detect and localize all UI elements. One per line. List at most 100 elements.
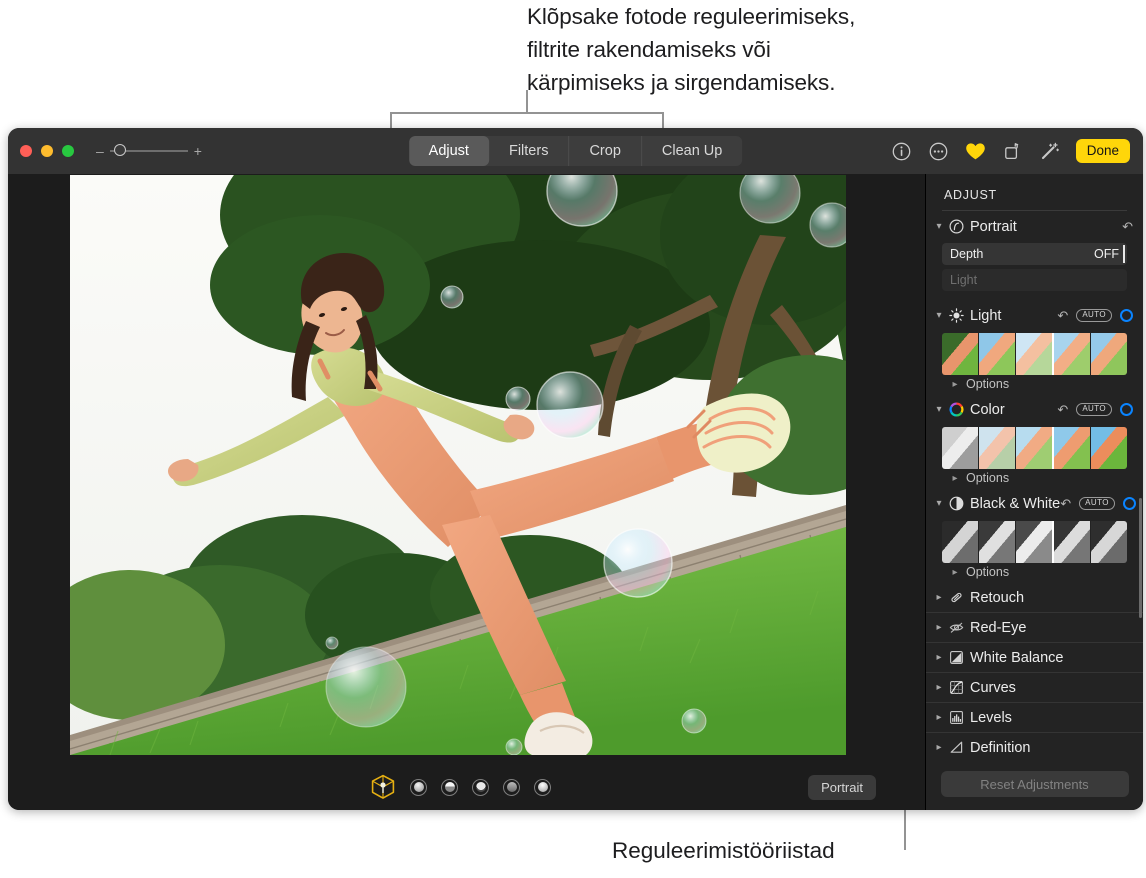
bw-preview-cell[interactable] xyxy=(1054,521,1091,563)
revert-icon[interactable]: ↶ xyxy=(1057,309,1068,322)
chevron-right-icon[interactable]: ▸ xyxy=(948,473,962,484)
black-and-white-options-row[interactable]: ▸ Options xyxy=(926,563,1143,583)
sidebar-item-levels[interactable]: ▸ Levels xyxy=(926,703,1143,733)
chevron-right-icon[interactable]: ▸ xyxy=(932,742,946,753)
sidebar-group-black-and-white[interactable]: ▾ Black & White ↶ AUTO xyxy=(926,489,1143,518)
adjust-toggle-ring[interactable] xyxy=(1120,309,1133,322)
reset-adjustments-button[interactable]: Reset Adjustments xyxy=(940,771,1129,797)
zoom-slider-track[interactable] xyxy=(109,144,188,156)
magic-wand-icon[interactable] xyxy=(1039,140,1061,162)
top-callout-line-3: kärpimiseks ja sirgendamiseks. xyxy=(527,70,836,95)
sidebar-group-light[interactable]: ▾ Light ↶ AUTO xyxy=(926,301,1143,330)
color-options-row[interactable]: ▸ Options xyxy=(926,469,1143,489)
tab-adjust[interactable]: Adjust xyxy=(408,136,489,166)
chevron-down-icon[interactable]: ▾ xyxy=(932,498,946,509)
black-and-white-preview-strip[interactable] xyxy=(942,521,1127,563)
color-preview-cell-selected[interactable] xyxy=(1016,427,1054,469)
chevron-right-icon[interactable]: ▸ xyxy=(932,712,946,723)
color-preview-cell[interactable] xyxy=(1091,427,1127,469)
portrait-mode-chip[interactable]: Portrait xyxy=(808,774,876,800)
depth-slider-label: Depth xyxy=(950,247,984,261)
portrait-light-slider[interactable]: Light xyxy=(942,269,1127,291)
chevron-right-icon[interactable]: ▸ xyxy=(932,592,946,603)
revert-icon[interactable]: ↶ xyxy=(1057,403,1068,416)
zoom-window-button[interactable] xyxy=(62,145,74,157)
more-options-icon[interactable] xyxy=(928,140,950,162)
light-options-row[interactable]: ▸ Options xyxy=(926,375,1143,395)
edit-mode-segmented-control[interactable]: Adjust Filters Crop Clean Up xyxy=(408,136,743,166)
edited-photo[interactable] xyxy=(70,175,846,755)
retouch-bandage-icon xyxy=(946,590,966,605)
chevron-right-icon[interactable]: ▸ xyxy=(932,622,946,633)
zoom-slider-knob[interactable] xyxy=(113,144,126,156)
light-preview-cell[interactable] xyxy=(942,333,979,375)
sidebar-group-label-color: Color xyxy=(970,401,1005,418)
sidebar-scrollbar-thumb[interactable] xyxy=(1139,498,1142,618)
zoom-slider-control[interactable]: – + xyxy=(96,144,202,158)
sidebar-item-curves[interactable]: ▸ Curves xyxy=(926,673,1143,703)
sidebar-item-retouch[interactable]: ▸ Retouch xyxy=(926,583,1143,613)
depth-slider[interactable]: Depth OFF xyxy=(942,243,1127,265)
chevron-down-icon[interactable]: ▾ xyxy=(932,221,946,232)
chevron-down-icon[interactable]: ▾ xyxy=(932,404,946,415)
brightness-sun-icon xyxy=(946,308,966,323)
stage-light-icon[interactable] xyxy=(472,778,489,796)
color-preview-cell[interactable] xyxy=(1054,427,1091,469)
light-preview-cell[interactable] xyxy=(979,333,1016,375)
minimize-window-button[interactable] xyxy=(41,145,53,157)
high-key-light-mono-icon[interactable] xyxy=(534,778,551,796)
auto-button[interactable]: AUTO xyxy=(1076,403,1112,416)
contour-light-icon[interactable] xyxy=(441,778,458,796)
sidebar-footer: Reset Adjustments xyxy=(926,758,1143,810)
info-icon[interactable] xyxy=(891,140,913,162)
light-preview-cell[interactable] xyxy=(1054,333,1091,375)
color-wheel-icon xyxy=(946,402,966,417)
tab-clean-up[interactable]: Clean Up xyxy=(642,136,742,166)
sidebar-scroll-area[interactable]: ▾ Portrait ↶ Depth OFF Light ▾ Light ↶ A… xyxy=(926,212,1143,758)
sidebar-item-label-levels: Levels xyxy=(970,709,1012,726)
sidebar-group-color[interactable]: ▾ Color ↶ AUTO xyxy=(926,395,1143,424)
light-preview-strip[interactable] xyxy=(942,333,1127,375)
color-preview-strip[interactable] xyxy=(942,427,1127,469)
favorite-heart-icon[interactable] xyxy=(965,140,987,162)
color-controls: ↶ AUTO xyxy=(1057,403,1133,416)
natural-light-cube-icon[interactable] xyxy=(370,774,396,800)
sidebar-item-red-eye[interactable]: ▸ Red-Eye xyxy=(926,613,1143,643)
revert-icon[interactable]: ↶ xyxy=(1122,220,1133,233)
bw-preview-cell[interactable] xyxy=(1091,521,1127,563)
rotate-icon[interactable] xyxy=(1002,140,1024,162)
color-preview-cell[interactable] xyxy=(979,427,1016,469)
sidebar-item-white-balance[interactable]: ▸ White Balance xyxy=(926,643,1143,673)
sidebar-group-label-black-and-white: Black & White xyxy=(970,495,1061,512)
chevron-right-icon[interactable]: ▸ xyxy=(932,652,946,663)
light-preview-cell-selected[interactable] xyxy=(1016,333,1054,375)
bw-preview-cell-selected[interactable] xyxy=(1016,521,1054,563)
depth-slider-handle[interactable] xyxy=(1123,245,1125,263)
adjust-toggle-ring[interactable] xyxy=(1122,497,1136,510)
bw-preview-cell[interactable] xyxy=(942,521,979,563)
auto-button[interactable]: AUTO xyxy=(1079,497,1115,510)
sidebar-item-definition[interactable]: ▸ Definition xyxy=(926,733,1143,758)
color-preview-cell[interactable] xyxy=(942,427,979,469)
close-window-button[interactable] xyxy=(20,145,32,157)
zoom-in-icon[interactable]: + xyxy=(194,144,202,158)
done-button[interactable]: Done xyxy=(1075,139,1130,163)
chevron-right-icon[interactable]: ▸ xyxy=(948,379,962,390)
bw-preview-cell[interactable] xyxy=(979,521,1016,563)
light-preview-cell[interactable] xyxy=(1091,333,1127,375)
sidebar-item-label-curves: Curves xyxy=(970,679,1016,696)
zoom-out-icon[interactable]: – xyxy=(96,144,104,158)
tab-filters[interactable]: Filters xyxy=(489,136,570,166)
chevron-right-icon[interactable]: ▸ xyxy=(948,567,962,578)
chevron-right-icon[interactable]: ▸ xyxy=(932,682,946,693)
sidebar-group-portrait[interactable]: ▾ Portrait ↶ xyxy=(926,212,1143,241)
revert-icon[interactable]: ↶ xyxy=(1060,497,1071,510)
tab-crop[interactable]: Crop xyxy=(569,136,642,166)
studio-light-icon[interactable] xyxy=(410,778,427,796)
levels-icon xyxy=(946,710,966,725)
auto-button[interactable]: AUTO xyxy=(1076,309,1112,322)
stage-light-mono-icon[interactable] xyxy=(503,778,520,796)
adjust-sidebar: ADJUST ▾ Portrait ↶ Depth OFF Light ▾ Li… xyxy=(925,174,1143,810)
chevron-down-icon[interactable]: ▾ xyxy=(932,310,946,321)
adjust-toggle-ring[interactable] xyxy=(1120,403,1133,416)
